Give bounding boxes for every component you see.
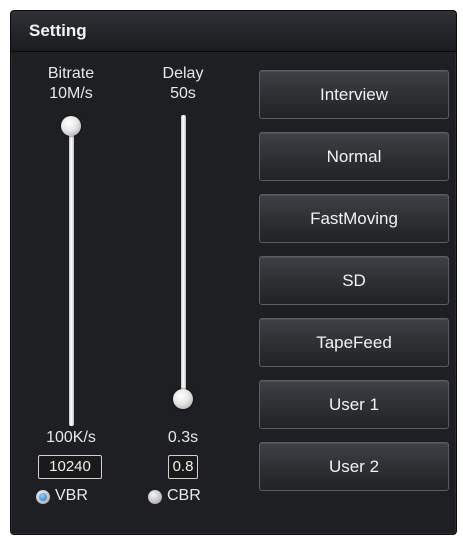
delay-slider-thumb[interactable]	[173, 389, 193, 409]
cbr-radio[interactable]	[148, 490, 162, 504]
delay-label: Delay	[162, 65, 204, 82]
user-2-button[interactable]: User 2	[259, 442, 449, 491]
delay-min-label: 0.3s	[167, 429, 199, 446]
bitrate-slider-thumb[interactable]	[61, 116, 81, 136]
setting-panel: Setting Bitrate 10M/s 100K/s 10240 Delay…	[10, 10, 457, 535]
fastmoving-button[interactable]: FastMoving	[259, 194, 449, 243]
user-1-button[interactable]: User 1	[259, 380, 449, 429]
interview-button[interactable]: Interview	[259, 70, 449, 119]
bitrate-max-label: 10M/s	[49, 85, 93, 102]
tapefeed-button[interactable]: TapeFeed	[259, 318, 449, 367]
normal-button[interactable]: Normal	[259, 132, 449, 181]
bitrate-slider-track[interactable]	[69, 129, 74, 426]
delay-slider-track[interactable]	[181, 115, 186, 405]
vbr-radio[interactable]	[36, 490, 50, 504]
bitrate-value-field[interactable]: 10240	[38, 455, 102, 479]
delay-value-field[interactable]: 0.8	[168, 455, 198, 479]
delay-max-label: 50s	[170, 85, 196, 102]
bitrate-min-label: 100K/s	[46, 429, 96, 446]
bitrate-label: Bitrate	[47, 65, 95, 82]
sd-button[interactable]: SD	[259, 256, 449, 305]
cbr-radio-label: CBR	[167, 487, 201, 504]
panel-title: Setting	[29, 21, 87, 40]
vbr-radio-label: VBR	[55, 487, 88, 504]
title-bar: Setting	[11, 11, 456, 52]
